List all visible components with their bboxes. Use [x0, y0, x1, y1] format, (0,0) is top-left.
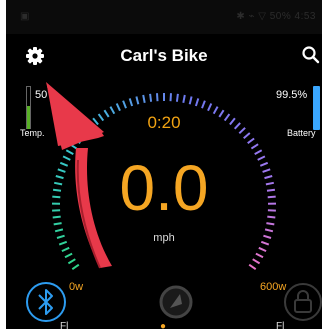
- gauge-tick: [247, 137, 255, 145]
- ride-time: 0:20: [147, 113, 181, 132]
- gauge-tick: [156, 93, 159, 102]
- gauge-tick: [122, 100, 127, 109]
- bottom-left-text: Fl: [60, 321, 69, 329]
- bluetooth-button[interactable]: [24, 280, 68, 324]
- phone-screen: ▣ ✱ ⌁ ▽ 50% 4:53 Carl's Bike 50 Temp. 99…: [6, 0, 322, 329]
- gauge-tick: [73, 137, 81, 145]
- gauge-tick: [135, 96, 140, 105]
- gauge-tick: [69, 143, 78, 150]
- gauge-tick: [175, 93, 179, 102]
- gauge-tick: [67, 258, 76, 265]
- gauge-tick: [201, 100, 206, 109]
- lock-icon: [284, 283, 322, 321]
- gauge-tick: [255, 252, 264, 259]
- gauge-tick: [207, 103, 213, 112]
- navigation-button[interactable]: [154, 280, 198, 324]
- navigation-icon: [159, 285, 193, 319]
- bottom-center-text: ●: [160, 321, 167, 329]
- gauge-tick: [169, 93, 172, 102]
- gauge-tick: [54, 228, 64, 233]
- gauge-tick: [65, 149, 74, 155]
- gauge-tick: [128, 98, 134, 107]
- gauge-tick: [182, 94, 186, 103]
- gauge-tick: [194, 98, 200, 107]
- bottom-right-text: Fl: [276, 321, 285, 329]
- gauge-tick: [248, 263, 257, 271]
- min-power-label: 0w: [69, 281, 84, 293]
- gauge-tick: [61, 246, 70, 253]
- gauge-tick: [53, 222, 62, 226]
- gauge-tick: [252, 258, 261, 265]
- gauge-tick: [142, 94, 146, 103]
- gauge-tick: [188, 96, 193, 105]
- gauge-tick: [77, 132, 85, 139]
- gauge-tick: [64, 252, 73, 259]
- gauge-tick: [250, 143, 259, 150]
- gauge-tick: [243, 132, 251, 139]
- gauge-tick: [71, 263, 80, 271]
- gauge-tick: [264, 228, 274, 233]
- speed-unit: mph: [153, 232, 175, 244]
- bluetooth-icon: [26, 282, 66, 322]
- gauge-tick: [266, 222, 275, 226]
- gauge-tick: [258, 246, 267, 253]
- speed-readout: 0.0: [119, 152, 209, 224]
- gauge-tick: [115, 103, 121, 112]
- lock-button[interactable]: [281, 280, 322, 324]
- gauge-tick: [149, 93, 153, 102]
- gauge-tick: [254, 149, 263, 155]
